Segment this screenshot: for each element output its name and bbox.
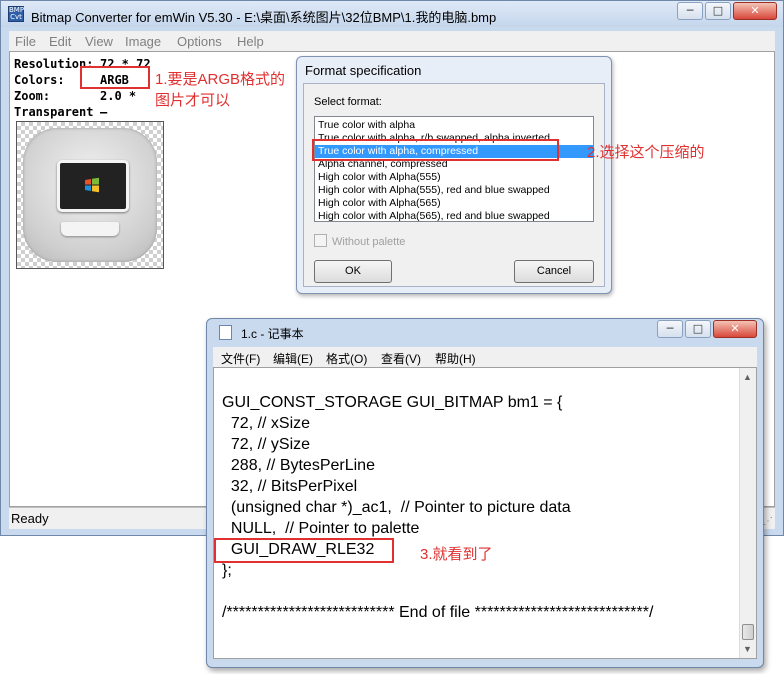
code-line: NULL, // Pointer to palette [222,520,420,537]
menu-help[interactable]: 帮助(H) [435,350,476,367]
zoom-value: 2.0 * [100,89,137,103]
menu-view[interactable]: View [85,34,113,49]
title-bar: BMP Cvt Bitmap Converter for emWin V5.30… [1,1,783,27]
zoom-label: Zoom: [14,89,51,103]
checkbox-icon [314,234,327,247]
menu-bar: File Edit View Image Options Help [9,31,775,51]
menu-options[interactable]: Options [177,34,222,49]
menu-file[interactable]: 文件(F) [221,350,260,367]
notepad-icon [219,325,232,340]
code-line: 32, // BitsPerPixel [222,478,358,495]
code-line: /*************************** End of file… [222,604,654,621]
vertical-scrollbar[interactable]: ▲ ▼ [739,368,756,658]
cancel-button[interactable]: Cancel [514,260,594,283]
app-icon: BMP Cvt [8,6,25,22]
menu-edit[interactable]: Edit [49,34,71,49]
scroll-up-icon[interactable]: ▲ [743,372,752,382]
menu-view[interactable]: 查看(V) [381,350,421,367]
code-line: 72, // ySize [222,436,311,453]
code-line: 288, // BytesPerLine [222,457,375,474]
format-option[interactable]: High color with Alpha(555), red and blue… [315,184,593,197]
code-line: (unsigned char *)_ac1, // Pointer to pic… [222,499,571,516]
transparent-label: Transparent [14,105,94,119]
main-scroll-area [765,51,775,507]
notepad-title: 1.c - 记事本 [241,327,304,341]
menu-help[interactable]: Help [237,34,264,49]
transparent-value: — [100,105,108,119]
resize-grip-icon[interactable]: ⋰ [763,517,773,527]
status-text: Ready [11,511,49,526]
menu-edit[interactable]: 编辑(E) [273,350,313,367]
format-specification-dialog: Format specification Select format: True… [296,56,612,294]
maximize-button[interactable]: □ [705,2,731,20]
close-button[interactable]: ✕ [733,2,777,20]
without-palette-label: Without palette [332,236,406,248]
annotation-2: 2.选择这个压缩的 [587,144,705,161]
notepad-maximize-button[interactable]: □ [685,320,711,338]
rle32-highlight-box [214,538,394,563]
windows-logo-icon [85,177,99,193]
annotation-3: 3.就看到了 [420,546,493,563]
annotation-1-line-1: 1.要是ARGB格式的 [155,71,286,88]
scroll-down-icon[interactable]: ▼ [743,644,752,654]
minimize-button[interactable]: ─ [677,2,703,20]
code-line: }; [222,562,232,579]
notepad-minimize-button[interactable]: ─ [657,320,683,338]
scrollbar-thumb[interactable] [742,624,754,640]
without-palette-checkbox[interactable]: Without palette [314,234,405,248]
format-listbox[interactable]: True color with alpha True color with al… [314,116,594,222]
bitmap-preview [16,121,164,269]
dialog-title: Format specification [305,63,422,78]
compressed-option-highlight-box [312,139,559,161]
notepad-text-area[interactable]: GUI_CONST_STORAGE GUI_BITMAP bm1 = { 72,… [213,367,757,659]
monitor-icon [57,160,129,212]
ok-button[interactable]: OK [314,260,392,283]
notepad-close-button[interactable]: ✕ [713,320,757,338]
notepad-window: 1.c - 记事本 ─ □ ✕ 文件(F) 编辑(E) 格式(O) 查看(V) … [206,318,764,668]
colors-label: Colors: [14,73,65,87]
argb-highlight-box [80,66,150,89]
format-option[interactable]: High color with Alpha(565) [315,197,593,210]
code-line: GUI_CONST_STORAGE GUI_BITMAP bm1 = { [222,394,563,411]
annotation-1-line-2: 图片才可以 [155,92,231,109]
window-title: Bitmap Converter for emWin V5.30 - E:\桌面… [31,10,497,25]
keyboard-base [61,222,119,236]
menu-file[interactable]: File [15,34,36,49]
select-format-label: Select format: [314,96,382,108]
format-option[interactable]: High color with Alpha(555) [315,171,593,184]
notepad-menu-bar: 文件(F) 编辑(E) 格式(O) 查看(V) 帮助(H) [213,347,757,367]
code-line: 72, // xSize [222,415,311,432]
menu-image[interactable]: Image [125,34,161,49]
menu-format[interactable]: 格式(O) [326,350,367,367]
format-option[interactable]: True color with alpha [315,119,593,132]
dialog-body: Select format: True color with alpha Tru… [303,83,605,287]
format-option[interactable]: High color with Alpha(565), red and blue… [315,210,593,221]
computer-image [23,128,157,262]
